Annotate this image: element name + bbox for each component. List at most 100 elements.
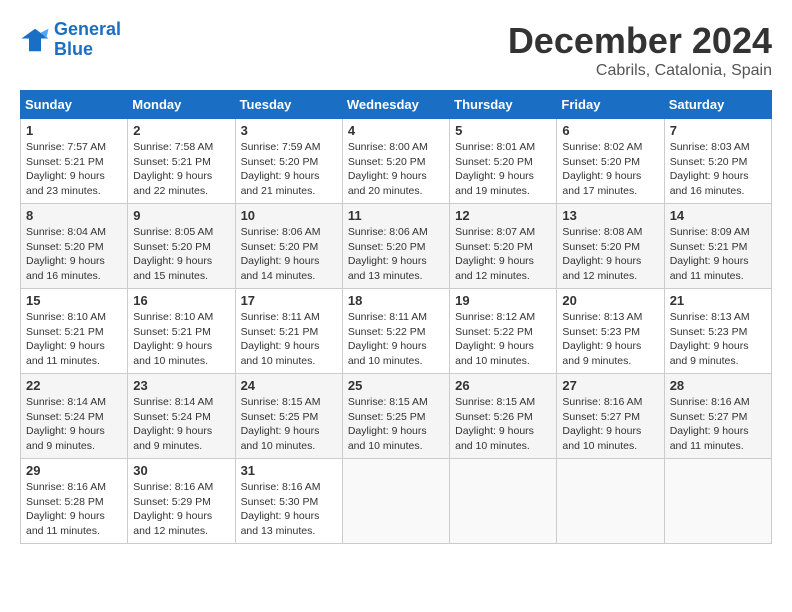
calendar-cell: 23 Sunrise: 8:14 AMSunset: 5:24 PMDaylig…	[128, 374, 235, 459]
calendar-cell: 22 Sunrise: 8:14 AMSunset: 5:24 PMDaylig…	[21, 374, 128, 459]
calendar-cell: 6 Sunrise: 8:02 AMSunset: 5:20 PMDayligh…	[557, 119, 664, 204]
day-number: 14	[670, 208, 766, 223]
calendar-table: SundayMondayTuesdayWednesdayThursdayFrid…	[20, 90, 772, 544]
calendar-cell: 14 Sunrise: 8:09 AMSunset: 5:21 PMDaylig…	[664, 204, 771, 289]
day-number: 24	[241, 378, 337, 393]
calendar-cell	[557, 459, 664, 544]
cell-info: Sunrise: 8:15 AMSunset: 5:25 PMDaylight:…	[348, 396, 428, 452]
calendar-cell: 3 Sunrise: 7:59 AMSunset: 5:20 PMDayligh…	[235, 119, 342, 204]
week-row-5: 29 Sunrise: 8:16 AMSunset: 5:28 PMDaylig…	[21, 459, 772, 544]
calendar-cell: 4 Sunrise: 8:00 AMSunset: 5:20 PMDayligh…	[342, 119, 449, 204]
cell-info: Sunrise: 8:16 AMSunset: 5:27 PMDaylight:…	[562, 396, 642, 452]
calendar-cell: 18 Sunrise: 8:11 AMSunset: 5:22 PMDaylig…	[342, 289, 449, 374]
location-subtitle: Cabrils, Catalonia, Spain	[508, 62, 772, 80]
calendar-cell: 20 Sunrise: 8:13 AMSunset: 5:23 PMDaylig…	[557, 289, 664, 374]
day-number: 9	[133, 208, 229, 223]
day-number: 19	[455, 293, 551, 308]
header-thursday: Thursday	[450, 91, 557, 119]
logo-icon	[20, 25, 50, 55]
cell-info: Sunrise: 8:15 AMSunset: 5:26 PMDaylight:…	[455, 396, 535, 452]
cell-info: Sunrise: 8:12 AMSunset: 5:22 PMDaylight:…	[455, 311, 535, 367]
calendar-cell: 15 Sunrise: 8:10 AMSunset: 5:21 PMDaylig…	[21, 289, 128, 374]
month-title: December 2024	[508, 20, 772, 62]
day-number: 2	[133, 123, 229, 138]
cell-info: Sunrise: 8:07 AMSunset: 5:20 PMDaylight:…	[455, 226, 535, 282]
day-number: 11	[348, 208, 444, 223]
cell-info: Sunrise: 8:04 AMSunset: 5:20 PMDaylight:…	[26, 226, 106, 282]
logo: General Blue	[20, 20, 121, 60]
calendar-cell: 11 Sunrise: 8:06 AMSunset: 5:20 PMDaylig…	[342, 204, 449, 289]
calendar-header-row: SundayMondayTuesdayWednesdayThursdayFrid…	[21, 91, 772, 119]
week-row-2: 8 Sunrise: 8:04 AMSunset: 5:20 PMDayligh…	[21, 204, 772, 289]
calendar-cell: 29 Sunrise: 8:16 AMSunset: 5:28 PMDaylig…	[21, 459, 128, 544]
day-number: 27	[562, 378, 658, 393]
calendar-cell: 2 Sunrise: 7:58 AMSunset: 5:21 PMDayligh…	[128, 119, 235, 204]
header-sunday: Sunday	[21, 91, 128, 119]
cell-info: Sunrise: 8:09 AMSunset: 5:21 PMDaylight:…	[670, 226, 750, 282]
cell-info: Sunrise: 8:16 AMSunset: 5:29 PMDaylight:…	[133, 481, 213, 537]
calendar-cell	[342, 459, 449, 544]
calendar-cell: 28 Sunrise: 8:16 AMSunset: 5:27 PMDaylig…	[664, 374, 771, 459]
calendar-cell: 21 Sunrise: 8:13 AMSunset: 5:23 PMDaylig…	[664, 289, 771, 374]
cell-info: Sunrise: 7:58 AMSunset: 5:21 PMDaylight:…	[133, 141, 213, 197]
day-number: 20	[562, 293, 658, 308]
week-row-4: 22 Sunrise: 8:14 AMSunset: 5:24 PMDaylig…	[21, 374, 772, 459]
cell-info: Sunrise: 8:11 AMSunset: 5:21 PMDaylight:…	[241, 311, 320, 367]
day-number: 23	[133, 378, 229, 393]
calendar-cell: 12 Sunrise: 8:07 AMSunset: 5:20 PMDaylig…	[450, 204, 557, 289]
calendar-cell	[664, 459, 771, 544]
cell-info: Sunrise: 8:14 AMSunset: 5:24 PMDaylight:…	[133, 396, 213, 452]
day-number: 6	[562, 123, 658, 138]
day-number: 22	[26, 378, 122, 393]
calendar-cell: 25 Sunrise: 8:15 AMSunset: 5:25 PMDaylig…	[342, 374, 449, 459]
page-header: General Blue December 2024 Cabrils, Cata…	[20, 20, 772, 80]
header-monday: Monday	[128, 91, 235, 119]
header-saturday: Saturday	[664, 91, 771, 119]
calendar-cell: 8 Sunrise: 8:04 AMSunset: 5:20 PMDayligh…	[21, 204, 128, 289]
calendar-cell: 16 Sunrise: 8:10 AMSunset: 5:21 PMDaylig…	[128, 289, 235, 374]
day-number: 5	[455, 123, 551, 138]
calendar-cell: 5 Sunrise: 8:01 AMSunset: 5:20 PMDayligh…	[450, 119, 557, 204]
header-tuesday: Tuesday	[235, 91, 342, 119]
cell-info: Sunrise: 8:06 AMSunset: 5:20 PMDaylight:…	[241, 226, 321, 282]
title-block: December 2024 Cabrils, Catalonia, Spain	[508, 20, 772, 80]
cell-info: Sunrise: 7:57 AMSunset: 5:21 PMDaylight:…	[26, 141, 106, 197]
day-number: 25	[348, 378, 444, 393]
calendar-cell: 17 Sunrise: 8:11 AMSunset: 5:21 PMDaylig…	[235, 289, 342, 374]
day-number: 30	[133, 463, 229, 478]
cell-info: Sunrise: 8:10 AMSunset: 5:21 PMDaylight:…	[26, 311, 106, 367]
day-number: 18	[348, 293, 444, 308]
day-number: 13	[562, 208, 658, 223]
cell-info: Sunrise: 8:10 AMSunset: 5:21 PMDaylight:…	[133, 311, 213, 367]
calendar-cell: 30 Sunrise: 8:16 AMSunset: 5:29 PMDaylig…	[128, 459, 235, 544]
day-number: 28	[670, 378, 766, 393]
cell-info: Sunrise: 8:15 AMSunset: 5:25 PMDaylight:…	[241, 396, 321, 452]
calendar-cell: 1 Sunrise: 7:57 AMSunset: 5:21 PMDayligh…	[21, 119, 128, 204]
day-number: 4	[348, 123, 444, 138]
calendar-cell: 9 Sunrise: 8:05 AMSunset: 5:20 PMDayligh…	[128, 204, 235, 289]
day-number: 21	[670, 293, 766, 308]
header-wednesday: Wednesday	[342, 91, 449, 119]
calendar-cell: 10 Sunrise: 8:06 AMSunset: 5:20 PMDaylig…	[235, 204, 342, 289]
cell-info: Sunrise: 8:02 AMSunset: 5:20 PMDaylight:…	[562, 141, 642, 197]
cell-info: Sunrise: 8:03 AMSunset: 5:20 PMDaylight:…	[670, 141, 750, 197]
cell-info: Sunrise: 8:16 AMSunset: 5:27 PMDaylight:…	[670, 396, 750, 452]
day-number: 31	[241, 463, 337, 478]
day-number: 12	[455, 208, 551, 223]
day-number: 7	[670, 123, 766, 138]
cell-info: Sunrise: 8:11 AMSunset: 5:22 PMDaylight:…	[348, 311, 427, 367]
cell-info: Sunrise: 8:14 AMSunset: 5:24 PMDaylight:…	[26, 396, 106, 452]
cell-info: Sunrise: 8:16 AMSunset: 5:30 PMDaylight:…	[241, 481, 321, 537]
cell-info: Sunrise: 8:05 AMSunset: 5:20 PMDaylight:…	[133, 226, 213, 282]
calendar-cell: 13 Sunrise: 8:08 AMSunset: 5:20 PMDaylig…	[557, 204, 664, 289]
day-number: 26	[455, 378, 551, 393]
cell-info: Sunrise: 8:13 AMSunset: 5:23 PMDaylight:…	[562, 311, 642, 367]
header-friday: Friday	[557, 91, 664, 119]
calendar-cell: 26 Sunrise: 8:15 AMSunset: 5:26 PMDaylig…	[450, 374, 557, 459]
cell-info: Sunrise: 8:00 AMSunset: 5:20 PMDaylight:…	[348, 141, 428, 197]
logo-text: General Blue	[54, 20, 121, 60]
week-row-1: 1 Sunrise: 7:57 AMSunset: 5:21 PMDayligh…	[21, 119, 772, 204]
day-number: 8	[26, 208, 122, 223]
calendar-cell: 24 Sunrise: 8:15 AMSunset: 5:25 PMDaylig…	[235, 374, 342, 459]
calendar-cell: 31 Sunrise: 8:16 AMSunset: 5:30 PMDaylig…	[235, 459, 342, 544]
